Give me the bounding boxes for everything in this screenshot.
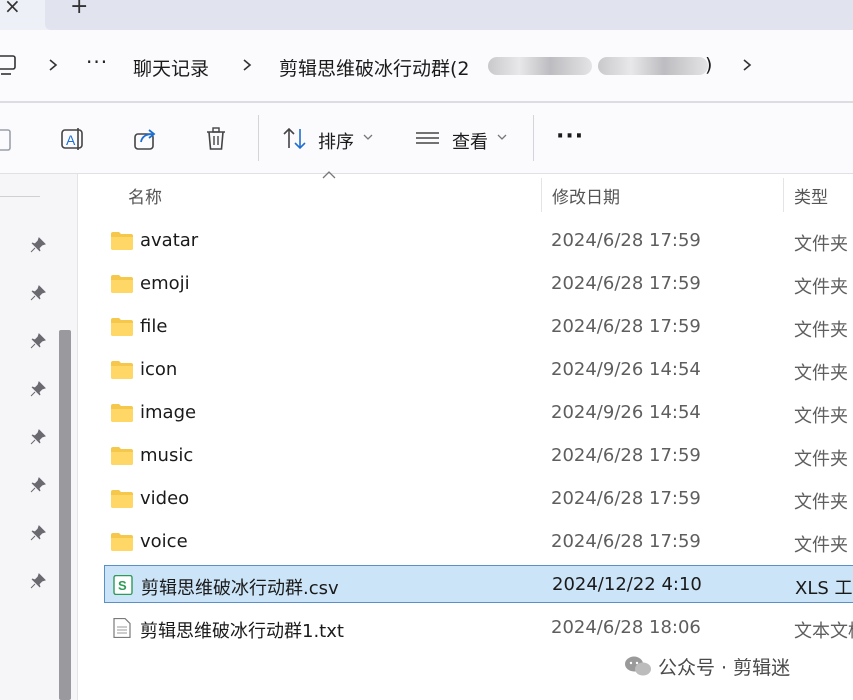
- pin-icon[interactable]: [30, 333, 46, 349]
- this-pc-icon[interactable]: [0, 54, 18, 78]
- pin-icon[interactable]: [30, 285, 46, 301]
- watermark-text: 公众号 · 剪辑迷: [658, 657, 791, 679]
- folder-icon: [111, 318, 133, 336]
- file-modified-date: 2024/6/28 18:06: [551, 617, 701, 638]
- file-modified-date: 2024/6/28 17:59: [551, 445, 701, 466]
- nav-scrollbar[interactable]: [59, 330, 71, 700]
- file-type: 文件夹: [794, 535, 848, 556]
- paste-icon[interactable]: [0, 125, 20, 153]
- rename-icon[interactable]: A: [60, 125, 88, 153]
- breadcrumb-chevron-icon[interactable]: [46, 57, 60, 73]
- redacted-text: [488, 57, 592, 75]
- chevron-down-icon: [497, 134, 507, 140]
- column-header-type[interactable]: 类型: [794, 183, 828, 208]
- file-name: 剪辑思维破冰行动群.csv: [141, 578, 339, 599]
- file-type: 文件夹: [794, 234, 848, 255]
- column-header-modified[interactable]: 修改日期: [552, 183, 620, 208]
- file-name: video: [140, 488, 190, 509]
- file-name: file: [140, 316, 168, 337]
- file-type: 文件夹: [794, 320, 848, 341]
- breadcrumb-chevron-icon[interactable]: [740, 57, 754, 73]
- file-row[interactable]: S 剪辑思维破冰行动群.csv 2024/12/22 4:10 XLS 工作: [104, 565, 853, 603]
- file-row[interactable]: 剪辑思维破冰行动群1.txt 2024/6/28 18:06 文本文档: [104, 609, 853, 647]
- sort-button[interactable]: 排序: [318, 128, 354, 154]
- nav-divider: [0, 196, 40, 197]
- file-row[interactable]: music 2024/6/28 17:59 文件夹: [104, 437, 853, 475]
- file-name: icon: [140, 359, 178, 380]
- wechat-icon: [625, 656, 651, 676]
- breadcrumb-overflow-button[interactable]: ···: [86, 50, 108, 74]
- column-separator[interactable]: [541, 178, 542, 212]
- file-type: XLS 工作: [795, 578, 853, 599]
- pin-icon[interactable]: [30, 573, 46, 589]
- breadcrumb-item-group-suffix: ): [705, 54, 713, 76]
- tab-strip: × +: [0, 0, 853, 30]
- file-name: voice: [140, 531, 188, 552]
- delete-icon[interactable]: [203, 125, 231, 153]
- folder-icon: [111, 404, 133, 422]
- view-icon[interactable]: [414, 125, 442, 153]
- file-modified-date: 2024/9/26 14:54: [551, 402, 701, 423]
- file-type: 文件夹: [794, 277, 848, 298]
- toolbar-divider: [0, 173, 853, 174]
- file-name: emoji: [140, 273, 190, 294]
- file-row[interactable]: voice 2024/6/28 17:59 文件夹: [104, 523, 853, 561]
- file-name: avatar: [140, 230, 199, 251]
- file-row[interactable]: video 2024/6/28 17:59 文件夹: [104, 480, 853, 518]
- folder-icon: [111, 361, 133, 379]
- file-modified-date: 2024/6/28 17:59: [551, 230, 701, 251]
- more-options-button[interactable]: ···: [556, 124, 584, 149]
- breadcrumb-item-group[interactable]: 剪辑思维破冰行动群(2: [279, 54, 470, 81]
- svg-text:A: A: [66, 132, 76, 148]
- pin-icon[interactable]: [30, 525, 46, 541]
- file-row[interactable]: image 2024/9/26 14:54 文件夹: [104, 394, 853, 432]
- pin-icon[interactable]: [30, 429, 46, 445]
- file-modified-date: 2024/6/28 17:59: [551, 531, 701, 552]
- breadcrumb-chevron-icon[interactable]: [240, 57, 254, 73]
- pin-icon[interactable]: [30, 477, 46, 493]
- column-separator[interactable]: [783, 178, 784, 212]
- file-name: image: [140, 402, 197, 423]
- breadcrumb-item-chat-records[interactable]: 聊天记录: [133, 54, 209, 81]
- file-type: 文本文档: [794, 621, 853, 642]
- toolbar-separator: [258, 115, 259, 161]
- file-type: 文件夹: [794, 363, 848, 384]
- file-modified-date: 2024/6/28 17:59: [551, 273, 701, 294]
- file-modified-date: 2024/12/22 4:10: [552, 574, 702, 595]
- new-tab-icon[interactable]: +: [70, 0, 88, 19]
- file-name: 剪辑思维破冰行动群1.txt: [140, 621, 344, 642]
- file-row[interactable]: file 2024/6/28 17:59 文件夹: [104, 308, 853, 346]
- file-row[interactable]: avatar 2024/6/28 17:59 文件夹: [104, 222, 853, 260]
- svg-text:S: S: [118, 578, 127, 593]
- file-name: music: [140, 445, 194, 466]
- redacted-text: [598, 57, 708, 75]
- file-modified-date: 2024/9/26 14:54: [551, 359, 701, 380]
- view-button[interactable]: 查看: [452, 128, 488, 154]
- folder-icon: [111, 232, 133, 250]
- file-type: 文件夹: [794, 449, 848, 470]
- sort-ascending-icon: [322, 171, 336, 179]
- folder-icon: [111, 447, 133, 465]
- chevron-down-icon: [363, 134, 373, 140]
- tab-area: [45, 0, 853, 30]
- column-header-name[interactable]: 名称: [128, 183, 162, 208]
- folder-icon: [111, 275, 133, 293]
- file-row[interactable]: emoji 2024/6/28 17:59 文件夹: [104, 265, 853, 303]
- spreadsheet-file-icon: S: [113, 575, 133, 595]
- file-modified-date: 2024/6/28 17:59: [551, 316, 701, 337]
- sort-icon[interactable]: [281, 125, 309, 153]
- pane-splitter[interactable]: [77, 174, 78, 700]
- close-tab-icon[interactable]: ×: [4, 0, 21, 18]
- file-type: 文件夹: [794, 492, 848, 513]
- file-row[interactable]: icon 2024/9/26 14:54 文件夹: [104, 351, 853, 389]
- pin-icon[interactable]: [30, 381, 46, 397]
- text-file-icon: [113, 618, 131, 638]
- file-type: 文件夹: [794, 406, 848, 427]
- file-modified-date: 2024/6/28 17:59: [551, 488, 701, 509]
- toolbar-separator: [533, 115, 534, 161]
- folder-icon: [111, 533, 133, 551]
- share-icon[interactable]: [132, 125, 160, 153]
- folder-icon: [111, 490, 133, 508]
- pin-icon[interactable]: [30, 237, 46, 253]
